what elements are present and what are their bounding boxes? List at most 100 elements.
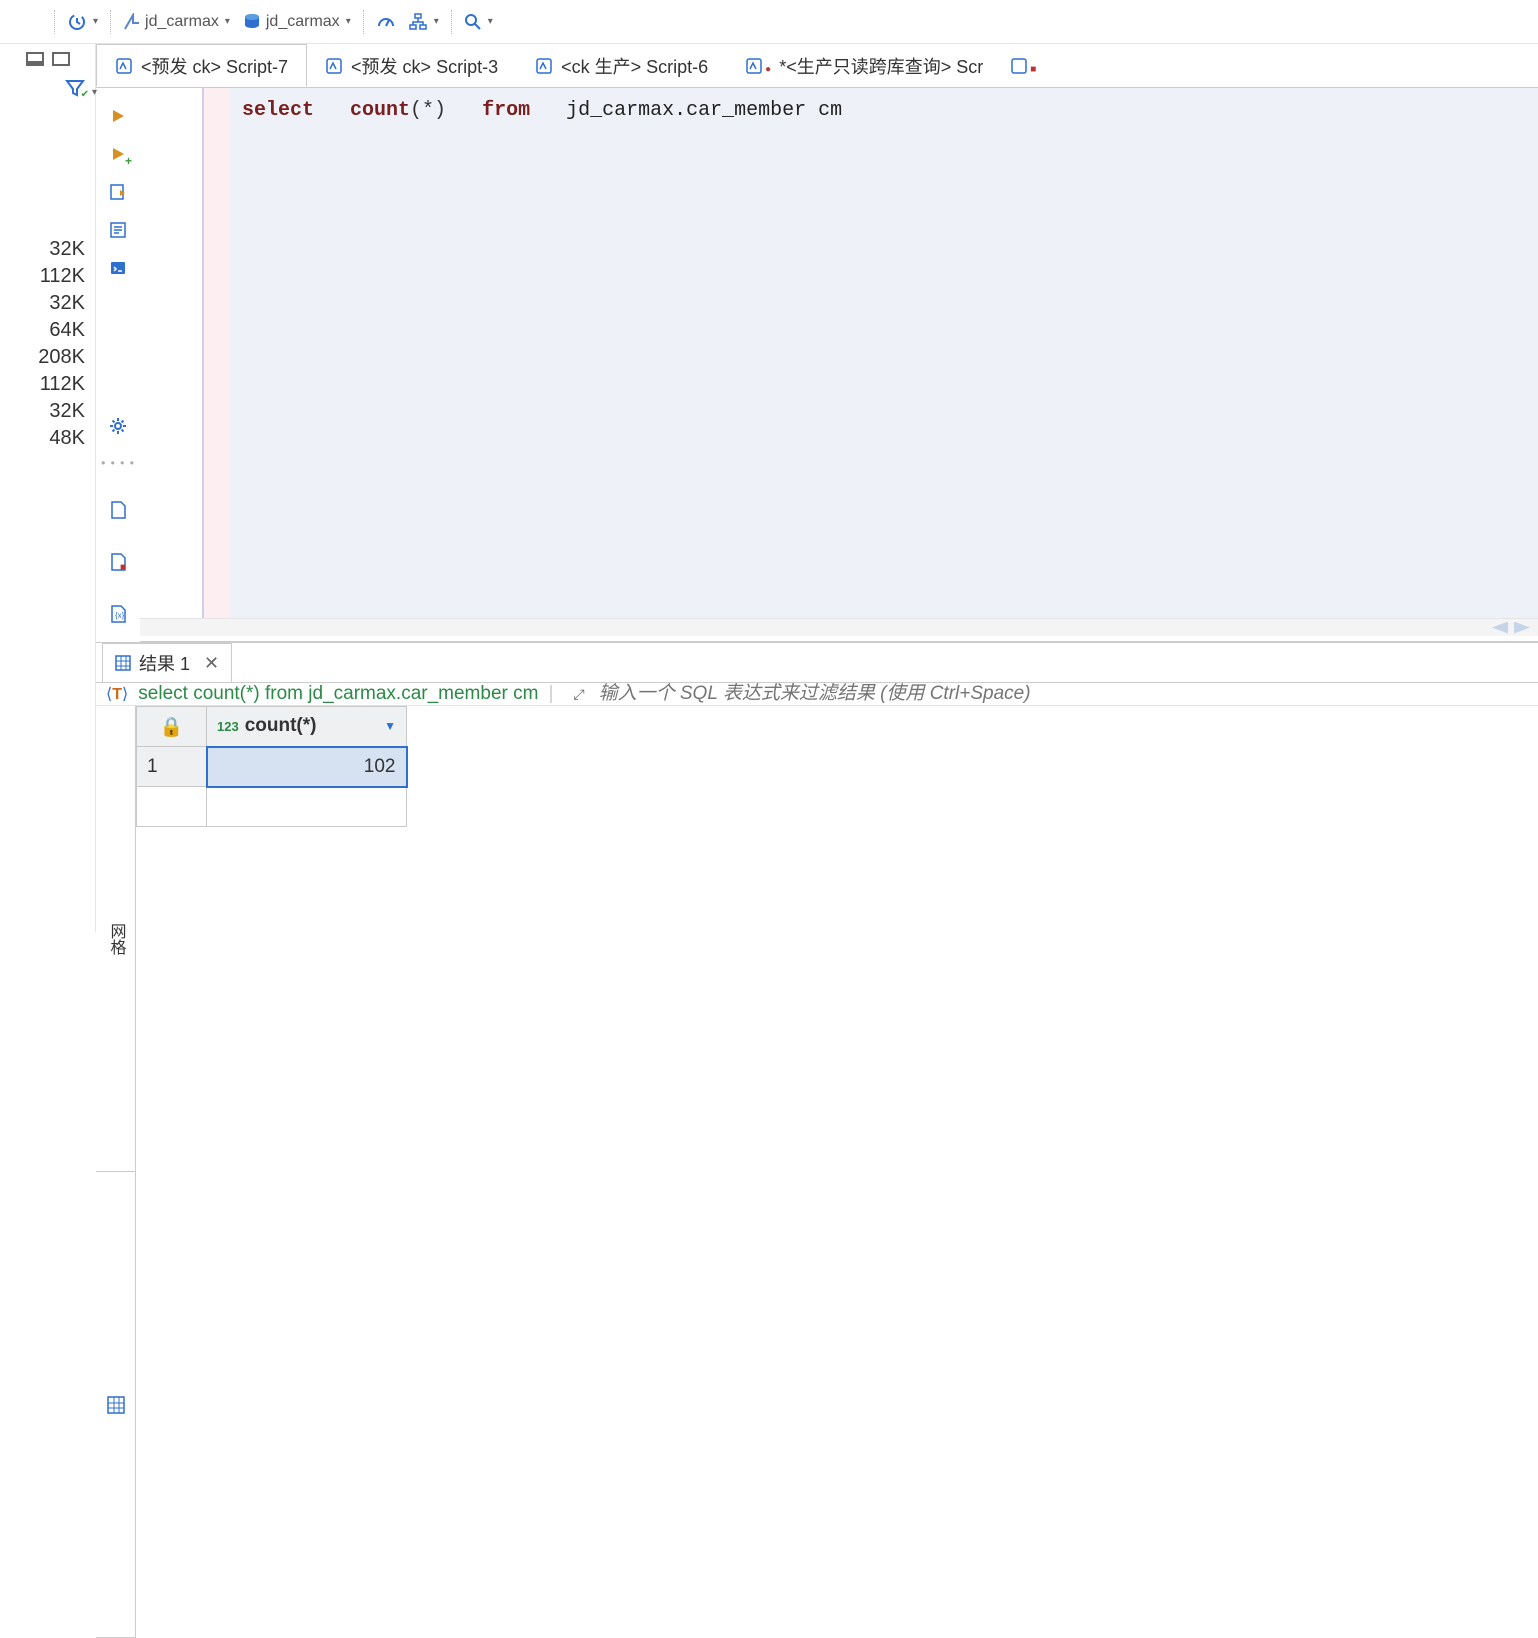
error-badge-icon: ■ xyxy=(1030,64,1036,75)
left-sidebar: ✔ ▾ 32K 112K 32K 64K 208K 112K 32K 48K xyxy=(0,44,96,932)
expand-icon[interactable]: ⤢ xyxy=(573,686,584,703)
maximize-view-icon[interactable] xyxy=(52,52,70,66)
empty-row-number xyxy=(137,787,207,827)
grid-icon xyxy=(115,655,131,671)
console-button[interactable] xyxy=(106,256,130,280)
results-filter-bar: ⟨T⟩ select count(*) from jd_carmax.car_m… xyxy=(96,682,1538,706)
toolbar-separator xyxy=(363,10,364,34)
size-value: 32K xyxy=(49,400,85,423)
braces-icon: {x} xyxy=(109,604,127,624)
document-icon xyxy=(109,500,127,520)
empty-cell xyxy=(207,787,407,827)
size-list: 32K 112K 32K 64K 208K 112K 32K 48K xyxy=(0,238,95,450)
close-tab-button[interactable]: ✕ xyxy=(204,653,219,674)
schema-selector[interactable]: jd_carmax ▾ xyxy=(119,11,234,33)
play-plus-icon xyxy=(110,146,126,162)
terminal-icon xyxy=(109,259,127,277)
save-error-button[interactable]: ■ xyxy=(106,550,130,574)
error-badge-icon: ■ xyxy=(120,562,126,573)
schema-icon xyxy=(123,13,141,31)
tab-label: <预发 ck> Script-7 xyxy=(141,53,288,79)
variables-button[interactable]: {x} xyxy=(106,602,130,626)
tab-overflow[interactable]: ■ xyxy=(1002,44,1045,87)
execute-new-tab-button[interactable]: + xyxy=(106,142,130,166)
column-header-count[interactable]: 123 count(*) ▼ xyxy=(207,707,407,747)
search-icon xyxy=(464,13,482,31)
grid-view-tab[interactable]: 网格 xyxy=(96,706,135,1172)
size-value: 112K xyxy=(40,265,85,288)
database-selector[interactable]: jd_carmax ▾ xyxy=(238,10,355,34)
column-type-label: 123 xyxy=(217,719,239,734)
text-view-tab[interactable] xyxy=(96,1172,135,1638)
plan-icon xyxy=(109,221,127,239)
dashboard-button[interactable] xyxy=(372,10,400,34)
tab-label: <预发 ck> Script-3 xyxy=(351,53,498,79)
history-button[interactable]: ▾ xyxy=(63,10,102,34)
sql-file-icon xyxy=(745,57,763,75)
marker-margin xyxy=(204,88,230,618)
tab-script-3[interactable]: <预发 ck> Script-3 xyxy=(307,44,517,87)
size-value: 32K xyxy=(49,292,85,315)
size-value: 48K xyxy=(49,427,85,450)
tab-script-6[interactable]: <ck 生产> Script-6 xyxy=(517,44,727,87)
dropdown-caret-icon: ▾ xyxy=(346,16,351,27)
explain-plan-button[interactable] xyxy=(106,218,130,242)
sql-file-icon xyxy=(1010,57,1028,75)
minimize-view-icon[interactable] xyxy=(26,52,44,66)
sql-text-icon: ⟨T⟩ xyxy=(106,684,128,704)
settings-button[interactable] xyxy=(106,414,130,438)
row-number[interactable]: 1 xyxy=(137,747,207,787)
row-header-corner: 🔒 xyxy=(137,707,207,747)
dropdown-caret-icon: ▾ xyxy=(92,87,97,98)
toolbar-separator xyxy=(54,10,55,34)
database-icon xyxy=(242,12,262,32)
results-filter-input[interactable] xyxy=(599,683,1528,705)
size-value: 32K xyxy=(49,238,85,261)
check-badge-icon: ✔ xyxy=(81,89,89,100)
dropdown-caret-icon: ▾ xyxy=(225,16,230,27)
history-icon xyxy=(67,12,87,32)
toolbar-separator: • • • • xyxy=(101,456,135,470)
editor-tabs: <预发 ck> Script-7 <预发 ck> Script-3 <ck 生产… xyxy=(96,44,1538,88)
schema-selector-label: jd_carmax xyxy=(145,13,219,31)
modified-badge-icon: ● xyxy=(765,64,771,75)
editor-toolbar: + • • • • xyxy=(96,88,140,642)
tab-script-7[interactable]: <预发 ck> Script-7 xyxy=(96,44,307,87)
execute-button[interactable] xyxy=(106,104,130,128)
results-tab[interactable]: 结果 1 ✕ xyxy=(102,643,232,682)
diagram-button[interactable]: ▾ xyxy=(404,10,443,34)
toolbar-separator xyxy=(451,10,452,34)
scroll-left-icon[interactable] xyxy=(1492,622,1508,634)
results-panel: 结果 1 ✕ ⟨T⟩ select count(*) from jd_carma… xyxy=(96,642,1538,932)
grid-icon xyxy=(107,1396,125,1414)
column-name: count(*) xyxy=(245,715,317,737)
play-icon xyxy=(110,108,126,124)
results-view-tabs: 网格 xyxy=(96,706,136,1638)
code-text[interactable]: select count(*) from jd_carmax.car_membe… xyxy=(230,88,1538,618)
tab-label: *<生产只读跨库查询> Scr xyxy=(779,53,983,79)
size-value: 112K xyxy=(40,373,85,396)
lock-icon: 🔒 xyxy=(160,717,184,738)
results-grid[interactable]: 🔒 123 count(*) ▼ 1 xyxy=(136,706,1538,1638)
scroll-right-icon[interactable] xyxy=(1514,622,1530,634)
filter-button[interactable]: ✔ ▾ xyxy=(65,78,85,98)
column-menu-icon[interactable]: ▼ xyxy=(384,719,396,733)
search-button[interactable]: ▾ xyxy=(460,11,497,33)
dropdown-caret-icon: ▾ xyxy=(434,16,439,27)
execute-script-button[interactable] xyxy=(106,180,130,204)
sql-file-icon xyxy=(115,57,133,75)
sql-editor[interactable]: select count(*) from jd_carmax.car_membe… xyxy=(140,88,1538,618)
horizontal-scrollbar[interactable] xyxy=(140,618,1538,636)
cell-value[interactable]: 102 xyxy=(207,747,407,787)
size-value: 208K xyxy=(38,346,85,369)
database-selector-label: jd_carmax xyxy=(266,13,340,31)
dropdown-caret-icon: ▾ xyxy=(93,16,98,27)
top-toolbar: ▾ jd_carmax ▾ jd_carmax ▾ ▾ ▾ xyxy=(0,0,1538,44)
save-button[interactable] xyxy=(106,498,130,522)
sql-file-icon xyxy=(325,57,343,75)
tab-cross-db-query[interactable]: ● *<生产只读跨库查询> Scr xyxy=(727,44,1002,87)
grid-view-tab-label: 网格 xyxy=(104,923,128,955)
sql-file-icon xyxy=(535,57,553,75)
executed-query-text: select count(*) from jd_carmax.car_membe… xyxy=(138,683,538,705)
gauge-icon xyxy=(376,12,396,32)
